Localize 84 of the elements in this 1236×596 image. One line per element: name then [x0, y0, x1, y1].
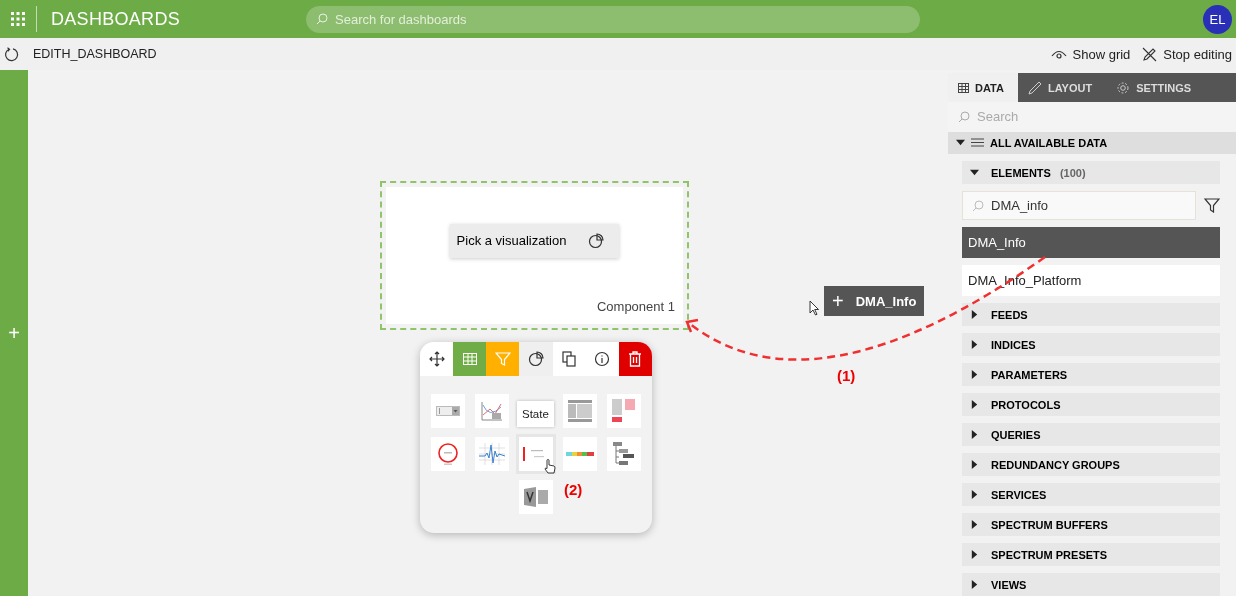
gauge-icon	[436, 442, 460, 466]
caret-icon	[970, 310, 979, 319]
info-tool-button[interactable]	[585, 342, 619, 376]
caret-icon	[970, 370, 979, 379]
caret-icon	[970, 168, 979, 177]
move-icon	[428, 351, 445, 367]
refresh-icon[interactable]	[4, 46, 19, 62]
table-layout-icon	[568, 400, 592, 422]
category-header[interactable]: SERVICES	[962, 483, 1220, 506]
tooltip: State	[517, 401, 554, 427]
color-bar-icon	[566, 452, 594, 456]
spectrum-icon	[479, 443, 505, 465]
caret-icon	[970, 520, 979, 529]
panel-tab[interactable]: SETTINGS	[1106, 73, 1206, 103]
category-header[interactable]: INDICES	[962, 333, 1220, 356]
component-title: Component 1	[596, 299, 675, 314]
visualization-tile[interactable]	[607, 394, 641, 428]
toolbar-button[interactable]: Stop editing	[1142, 46, 1232, 62]
line-chart-icon	[481, 401, 503, 421]
filter-icon	[494, 351, 511, 367]
visualization-tile[interactable]	[475, 394, 509, 428]
caret-icon	[970, 490, 979, 499]
visualization-tile[interactable]	[563, 394, 597, 428]
panel-tab[interactable]: DATA	[948, 73, 1018, 103]
caret-icon	[970, 430, 979, 439]
filter-icon[interactable]	[1204, 198, 1220, 213]
tree-icon	[613, 442, 635, 466]
category-header[interactable]: REDUNDANCY GROUPS	[962, 453, 1220, 476]
settings-icon	[1116, 80, 1131, 95]
search-icon	[316, 13, 328, 25]
annotation-label: (1)	[837, 367, 856, 384]
pie-chart-icon	[588, 232, 605, 249]
pointer-cursor-icon	[809, 300, 820, 316]
pick-visualization-button[interactable]: Pick a visualization	[449, 223, 620, 258]
pie-chart-icon	[527, 351, 544, 367]
category-header[interactable]: VIEWS	[962, 573, 1220, 596]
dropdown-icon	[436, 406, 460, 416]
component-frame[interactable]: Pick a visualization Component 1	[380, 181, 689, 330]
visualization-tile[interactable]	[607, 437, 641, 471]
list-item[interactable]: DMA_Info_Platform	[962, 265, 1220, 296]
copy-tool-button[interactable]	[552, 342, 586, 376]
drag-label: DMA_Info	[855, 293, 917, 309]
visualization-tile[interactable]	[475, 437, 509, 471]
table-icon	[462, 353, 477, 365]
annotation-label: (2)	[564, 481, 583, 498]
visio-icon	[524, 487, 548, 507]
table-icon	[958, 82, 969, 93]
trash-icon	[628, 351, 643, 367]
eye-icon	[1050, 48, 1067, 60]
filter-field[interactable]: DMA_info	[962, 191, 1196, 220]
trash-tool-button[interactable]	[618, 342, 652, 376]
category-header[interactable]: QUERIES	[962, 423, 1220, 446]
category-header[interactable]: PARAMETERS	[962, 363, 1220, 386]
category-header[interactable]: PROTOCOLS	[962, 393, 1220, 416]
info-icon	[594, 351, 611, 367]
caret-icon	[970, 340, 979, 349]
caret-icon	[970, 580, 979, 589]
caret-icon	[956, 138, 965, 148]
visualization-tile[interactable]	[519, 480, 553, 514]
category-header[interactable]: ELEMENTS (100)	[962, 161, 1220, 184]
visualization-tile[interactable]	[431, 394, 465, 428]
pen-icon	[1027, 80, 1042, 95]
category-header[interactable]: SPECTRUM BUFFERS	[962, 513, 1220, 536]
user-avatar[interactable]: EL	[1203, 4, 1232, 34]
category-header[interactable]: SPECTRUM PRESETS	[962, 543, 1220, 566]
app-title: DASHBOARDS	[51, 8, 182, 30]
blocks-icon	[612, 399, 636, 423]
caret-icon	[970, 550, 979, 559]
apps-grid-icon[interactable]	[11, 12, 25, 26]
category-header[interactable]: FEEDS	[962, 303, 1220, 326]
dashboard-name: EDITH_DASHBOARD	[33, 47, 157, 61]
toolbar-button[interactable]: Show grid	[1050, 46, 1131, 62]
move-tool-button[interactable]	[420, 342, 454, 376]
list-icon	[971, 138, 984, 148]
pencil-off-icon	[1142, 46, 1158, 62]
visualization-tile[interactable]	[563, 437, 597, 471]
tree-header[interactable]: ALL AVAILABLE DATA	[948, 131, 1236, 154]
panel-tab[interactable]: LAYOUT	[1017, 73, 1107, 103]
caret-icon	[970, 460, 979, 469]
list-item[interactable]: DMA_Info	[962, 227, 1220, 258]
visualization-tile[interactable]	[431, 437, 465, 471]
copy-icon	[561, 351, 578, 367]
caret-icon	[970, 400, 979, 409]
plus-symbol: +	[832, 289, 844, 313]
